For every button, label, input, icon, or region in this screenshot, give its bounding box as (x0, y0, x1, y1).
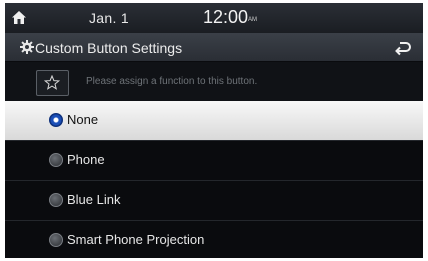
star-icon (44, 75, 60, 90)
gear-icon (20, 40, 34, 54)
back-arrow-icon (395, 42, 411, 56)
date-display: Jan. 1 (89, 10, 129, 26)
ampm-indicator: AM (248, 17, 257, 23)
radio-icon[interactable] (49, 233, 63, 247)
status-bar: Jan. 1 12:00 AM (5, 3, 423, 34)
option-none[interactable]: None (5, 101, 423, 140)
time-display: 12:00 (203, 7, 249, 27)
option-phone[interactable]: Phone (5, 140, 423, 180)
radio-selected-icon[interactable] (49, 113, 63, 127)
radio-icon[interactable] (49, 193, 63, 207)
back-button[interactable] (393, 39, 413, 57)
radio-icon[interactable] (49, 153, 63, 167)
option-label: Phone (67, 152, 105, 167)
option-label: Blue Link (67, 192, 121, 207)
home-icon (12, 11, 26, 24)
hint-row: Please assign a function to this button. (5, 62, 423, 101)
option-label: None (67, 112, 99, 127)
custom-button-indicator (36, 70, 69, 96)
home-button[interactable] (5, 3, 33, 33)
title-bar: Custom Button Settings (5, 34, 423, 61)
option-label: Smart Phone Projection (67, 232, 205, 247)
infotainment-screen: Jan. 1 12:00 AM Custom Button Settings P… (5, 3, 423, 258)
hint-text: Please assign a function to this button. (86, 76, 258, 87)
option-smart-phone-projection[interactable]: Smart Phone Projection (5, 220, 423, 258)
option-blue-link[interactable]: Blue Link (5, 180, 423, 220)
page-title: Custom Button Settings (35, 40, 183, 56)
